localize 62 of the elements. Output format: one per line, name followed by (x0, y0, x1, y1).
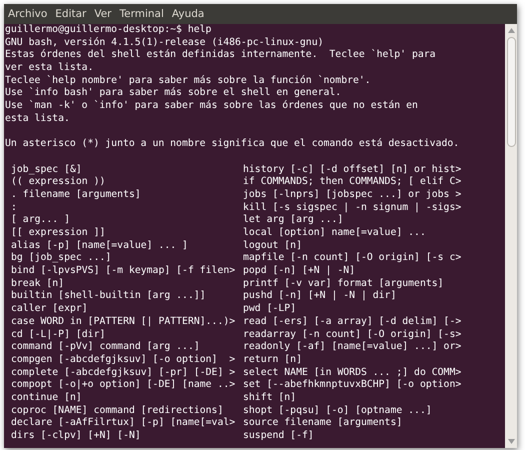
command-syntax: suspend [-f] (243, 430, 315, 443)
command-syntax: shopt [-pqsu] [-o] [optname ...] (243, 404, 433, 418)
command-syntax: [[ expression ]] (10, 227, 106, 240)
command-syntax: mapfile [-n count] [-O origin] [-s c> (243, 252, 462, 266)
menu-item[interactable]: Archivo (8, 8, 48, 20)
command-syntax: . filename [arguments] (10, 188, 142, 202)
menu-item[interactable]: Ayuda (172, 8, 204, 20)
command-syntax: readonly [-af] [name[=value] ...] or> (243, 341, 462, 354)
output-line: Estas órdenes del shell están definidas internamente. Teclee `help' para (5, 49, 437, 62)
command-syntax: if COMMANDS; then COMMANDS; [ elif C> (243, 176, 462, 189)
command-syntax: bg [job_spec ...] (10, 252, 112, 266)
scrollbar[interactable] (505, 24, 517, 448)
command-syntax: popd [-n] [+N | -N] (243, 265, 356, 278)
command-syntax: source filename [arguments] (243, 417, 404, 430)
output-line: esta lista. (5, 112, 71, 126)
command-syntax: declare [-aAfFilrtux] [-p] [name[=val> (10, 417, 236, 430)
command-syntax: builtin [shell-builtin [arg ...]] (10, 290, 207, 304)
command-syntax: history [-c] [-d offset] [n] or hist> (243, 164, 462, 176)
output-line: GNU bash, versión 4.1.5(1)-release (i486-pc-linux-gnu) (5, 36, 325, 49)
command-syntax: coproc [NAME] command [redirections] (10, 404, 224, 418)
output-line: Teclee `help nombre' para saber más sobre la función `nombre'. (5, 74, 372, 87)
output-line: Un asterisco (*) junto a un nombre significa que el comando está desactivado. (5, 138, 460, 151)
command-syntax: (( expression )) (10, 176, 106, 189)
command-syntax: let arg [arg ...] (243, 214, 344, 227)
scroll-down-icon[interactable] (508, 439, 514, 444)
command-syntax: break [n] (10, 278, 66, 290)
command-syntax: jobs [-lnprs] [jobspec ...] or jobs > (243, 188, 462, 202)
command-syntax: kill [-s sigspec | -n signum | -sigs> (243, 202, 462, 214)
scrollbar-thumb[interactable] (506, 37, 516, 147)
prompt-line: guillermo@guillermo-desktop:~$ help (5, 24, 212, 37)
command-syntax: compgen [-abcdefgjksuv] [-o option] > (10, 354, 236, 367)
command-syntax: complete [-abcdefgjksuv] [-pr] [-DE] > (10, 366, 236, 380)
command-syntax: pushd [-n] [+N | -N | dir] (243, 290, 398, 304)
command-syntax: set [--abefhkmnptuvxBCHP] [-o option> (243, 379, 462, 392)
command-syntax: command [-pVv] command [arg ...] (10, 341, 201, 354)
menu-item[interactable]: Terminal (120, 8, 164, 20)
command-syntax: printf [-v var] format [arguments] (243, 278, 445, 290)
command-syntax: logout [n] (243, 240, 303, 252)
command-syntax: dirs [-clpv] [+N] [-N] (10, 430, 142, 443)
command-syntax: compopt [-o|+o option] [-DE] [name ..> (10, 379, 236, 392)
command-syntax: case WORD in [PATTERN [| PATTERN]...)> (10, 316, 236, 328)
command-syntax: shift [n] (243, 392, 298, 405)
command-syntax: readarray [-n count] [-O origin] [-s> (243, 328, 462, 342)
command-syntax: select NAME [in WORDS ... ;] do COMM> (243, 366, 462, 380)
command-syntax: job_spec [&] (10, 164, 83, 176)
command-syntax: continue [n] (10, 392, 83, 405)
output-line: Use `man -k' o `info' para saber más sobre las órdenes que no están en (5, 100, 419, 113)
command-syntax: cd [-L|-P] [dir] (10, 328, 106, 342)
scroll-up-icon[interactable] (508, 28, 514, 33)
command-syntax: return [n] (243, 354, 303, 367)
command-syntax: caller [expr] (10, 303, 89, 316)
command-syntax: bind [-lpvsPVS] [-m keymap] [-f filen> (10, 265, 236, 278)
command-syntax: read [-ers] [-a array] [-d delim] [-> (243, 316, 462, 328)
command-syntax: : (10, 202, 18, 214)
menu-item[interactable]: Ver (94, 8, 112, 20)
menu-item[interactable]: Editar (55, 8, 86, 20)
command-syntax: [ arg... ] (10, 214, 71, 227)
command-syntax: alias [-p] [name[=value] ... ] (10, 240, 189, 252)
command-syntax: pwd [-LP] (243, 303, 298, 316)
command-syntax: local [option] name[=value] ... (243, 227, 427, 240)
output-line: Use `info bash' para saber más sobre el shell en general. (5, 87, 342, 100)
output-line: ver esta lista. (5, 62, 94, 75)
